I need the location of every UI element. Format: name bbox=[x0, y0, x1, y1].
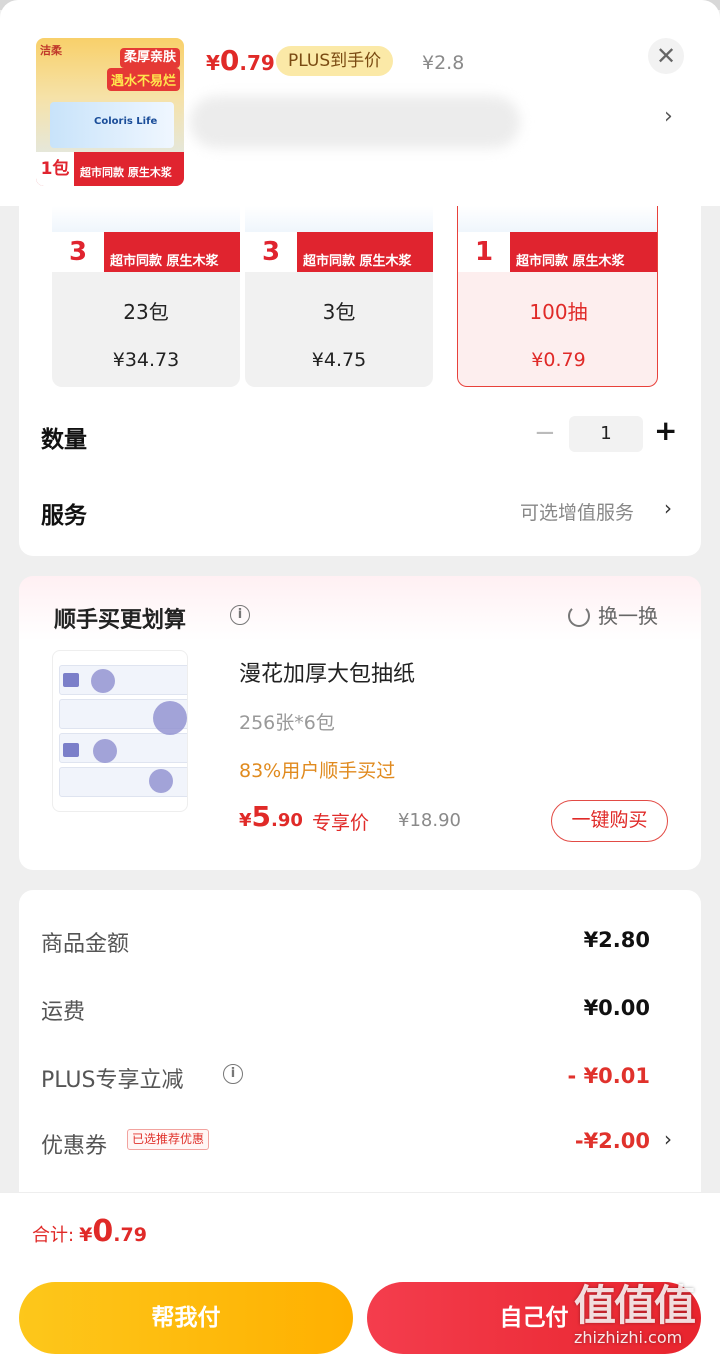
addon-price-int: 5 bbox=[251, 800, 272, 833]
summary-label: 商品金额 bbox=[41, 932, 130, 957]
total-int: 0 bbox=[92, 1214, 114, 1249]
total-dec: .79 bbox=[113, 1224, 147, 1246]
swap-label: 换一换 bbox=[598, 604, 658, 628]
addon-product-price: ¥5.90 bbox=[239, 800, 303, 833]
tissue-box-image: Coloris Life bbox=[50, 102, 174, 148]
total-label: 合计: bbox=[32, 1225, 75, 1246]
summary-label: 优惠券 bbox=[41, 1134, 108, 1159]
option-23-packs[interactable]: 3 超市同款 原生木浆 23包 ¥34.73 bbox=[52, 206, 240, 387]
info-icon[interactable]: i bbox=[223, 1064, 243, 1084]
summary-value: - ¥0.01 bbox=[567, 1064, 650, 1088]
brand-tag-icon bbox=[63, 743, 79, 757]
price-int: 0 bbox=[219, 44, 240, 77]
flower-icon bbox=[93, 739, 117, 763]
option-price: ¥4.75 bbox=[311, 349, 367, 371]
option-sticker-text: 超市同款 原生木浆 bbox=[110, 254, 219, 269]
option-3-packs[interactable]: 3 超市同款 原生木浆 3包 ¥4.75 bbox=[245, 206, 433, 387]
product-thumbnail: 洁柔 柔厚亲肤 遇水不易烂 Coloris Life 1包 超市同款 原生木浆 bbox=[36, 38, 184, 186]
pack-sticker: 1包 超市同款 原生木浆 bbox=[36, 152, 184, 186]
flower-icon bbox=[91, 669, 115, 693]
option-label: 23包 bbox=[123, 300, 169, 324]
summary-value: ¥0.00 bbox=[583, 996, 650, 1020]
addon-product-users: 83%用户顺手买过 bbox=[239, 760, 396, 782]
option-price: ¥34.73 bbox=[112, 349, 180, 371]
thumb-slogan-2: 遇水不易烂 bbox=[106, 68, 180, 91]
option-sticker: 3 超市同款 原生木浆 bbox=[52, 232, 240, 272]
plus-price-tag: PLUS到手价 bbox=[276, 46, 394, 76]
option-label: 3包 bbox=[322, 300, 356, 324]
option-sticker-num: 3 bbox=[245, 232, 297, 272]
coupon-tag: 已选推荐优惠 bbox=[127, 1129, 210, 1150]
option-100-sheets[interactable]: 1 超市同款 原生木浆 100抽 ¥0.79 bbox=[457, 206, 658, 387]
addon-product-spec: 256张*6包 bbox=[239, 712, 335, 734]
flower-icon bbox=[149, 769, 173, 793]
service-value[interactable]: 可选增值服务 bbox=[520, 498, 634, 525]
exclusive-price-label: 专享价 bbox=[312, 812, 370, 834]
chevron-right-icon[interactable]: › bbox=[664, 104, 673, 129]
option-label: 100抽 bbox=[529, 300, 588, 324]
option-sticker: 3 超市同款 原生木浆 bbox=[245, 232, 433, 272]
option-price: ¥0.79 bbox=[531, 349, 586, 371]
total-price: 合计: ¥0.79 bbox=[32, 1214, 147, 1249]
close-icon[interactable]: ✕ bbox=[648, 38, 684, 74]
sku-header: 洁柔 柔厚亲肤 遇水不易烂 Coloris Life 1包 超市同款 原生木浆 … bbox=[0, 0, 720, 206]
price-dec: .79 bbox=[239, 51, 275, 75]
summary-label: PLUS专享立减 bbox=[41, 1068, 184, 1093]
pack-count: 1包 bbox=[36, 152, 74, 186]
quantity-label: 数量 bbox=[41, 427, 87, 453]
thumb-brand: 洁柔 bbox=[40, 44, 62, 57]
option-sticker-text: 超市同款 原生木浆 bbox=[303, 254, 412, 269]
thumb-box-text: Coloris Life bbox=[94, 116, 158, 127]
addon-original-price: ¥18.90 bbox=[398, 810, 461, 831]
price-yen: ¥ bbox=[206, 51, 220, 75]
one-click-buy-button[interactable]: 一键购买 bbox=[551, 800, 668, 842]
swap-button[interactable]: 换一换 bbox=[568, 600, 658, 629]
selected-spec-blurred[interactable] bbox=[190, 96, 520, 148]
original-price: ¥2.8 bbox=[422, 52, 465, 74]
brand-tag-icon bbox=[63, 673, 79, 687]
refresh-icon bbox=[568, 605, 590, 627]
addon-price-yen: ¥ bbox=[239, 810, 252, 831]
total-yen: ¥ bbox=[79, 1224, 93, 1246]
flower-icon bbox=[153, 701, 187, 735]
pack-text: 超市同款 原生木浆 bbox=[80, 166, 172, 179]
addon-price-dec: .90 bbox=[271, 810, 303, 831]
info-icon[interactable]: i bbox=[230, 605, 250, 625]
help-pay-button[interactable]: 帮我付 bbox=[19, 1282, 353, 1354]
option-sticker-text: 超市同款 原生木浆 bbox=[516, 254, 625, 269]
quantity-plus-button[interactable]: + bbox=[654, 414, 677, 447]
option-sticker-num: 1 bbox=[458, 232, 510, 272]
coupon-value[interactable]: -¥2.00 bbox=[575, 1129, 650, 1153]
option-sticker: 1 超市同款 原生木浆 bbox=[458, 232, 657, 272]
quantity-minus-button[interactable]: − bbox=[534, 418, 556, 448]
quantity-input[interactable]: 1 bbox=[569, 416, 643, 452]
watermark-big: 值值值 bbox=[574, 1281, 696, 1330]
watermark-small: zhizhizhi.com bbox=[574, 1328, 683, 1347]
addon-product-title[interactable]: 漫花加厚大包抽纸 bbox=[239, 656, 415, 688]
addon-product-image[interactable] bbox=[52, 650, 188, 812]
summary-label: 运费 bbox=[41, 1000, 86, 1025]
chevron-right-icon[interactable]: › bbox=[664, 1127, 672, 1151]
chevron-right-icon[interactable]: › bbox=[664, 496, 672, 520]
current-price: ¥0.79 bbox=[206, 44, 275, 77]
thumb-slogan-1: 柔厚亲肤 bbox=[119, 48, 180, 68]
watermark-logo: 值值值 zhizhizhi.com bbox=[570, 1272, 720, 1358]
summary-value: ¥2.80 bbox=[583, 928, 650, 952]
addon-title: 顺手买更划算 bbox=[54, 608, 187, 633]
service-label: 服务 bbox=[41, 503, 87, 529]
option-sticker-num: 3 bbox=[52, 232, 104, 272]
